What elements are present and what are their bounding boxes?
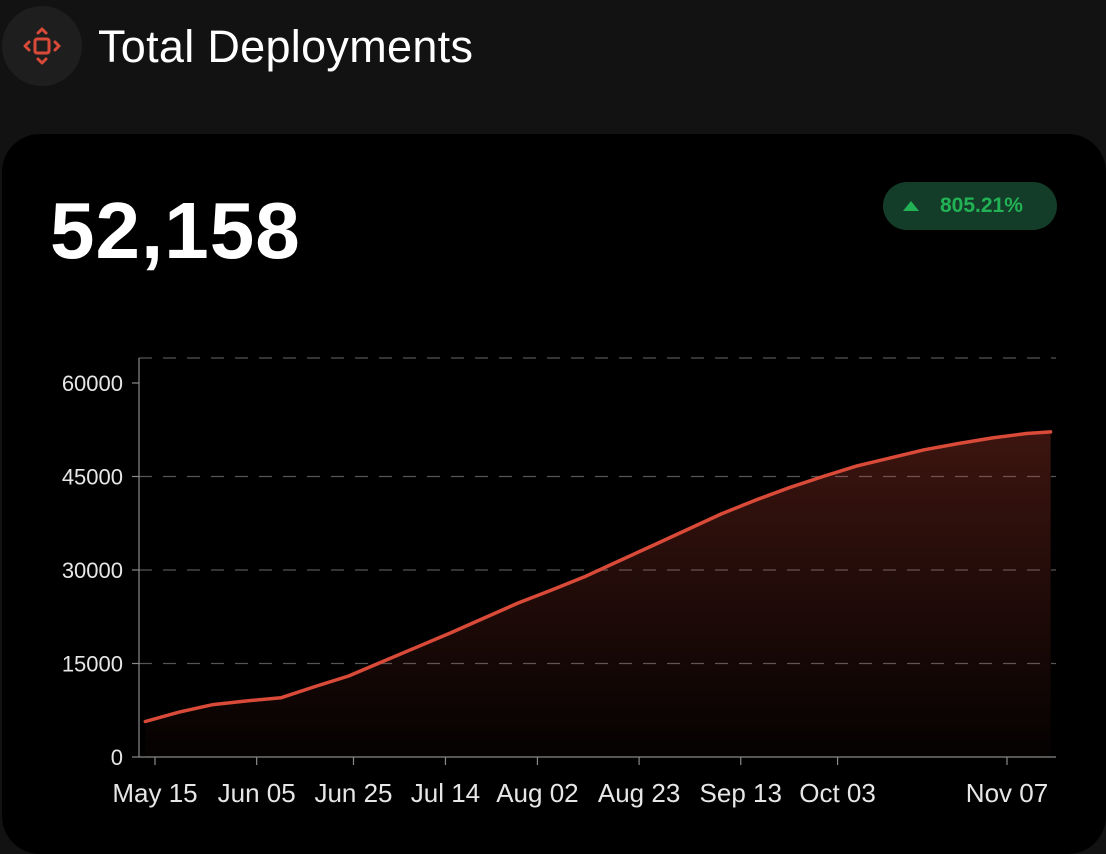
x-tick-label: Jun 25 bbox=[314, 778, 392, 808]
x-tick-label: Aug 02 bbox=[496, 778, 578, 808]
x-tick-label: Jul 14 bbox=[411, 778, 480, 808]
y-tick-label: 15000 bbox=[62, 652, 123, 677]
y-tick-label: 30000 bbox=[62, 558, 123, 583]
x-tick-label: Jun 05 bbox=[218, 778, 296, 808]
x-tick-label: Nov 07 bbox=[966, 778, 1048, 808]
y-tick-label: 60000 bbox=[62, 371, 123, 396]
x-tick-label: Aug 23 bbox=[598, 778, 680, 808]
series-area bbox=[145, 431, 1051, 757]
y-tick-label: 45000 bbox=[62, 465, 123, 490]
x-tick-label: Oct 03 bbox=[799, 778, 876, 808]
x-tick-label: Sep 13 bbox=[700, 778, 782, 808]
x-tick-label: May 15 bbox=[112, 778, 197, 808]
y-tick-label: 0 bbox=[111, 745, 123, 770]
deployments-chart: 0 15000 30000 45000 60000 May 15 Jun 05 Jun 25 J… bbox=[62, 357, 1056, 808]
